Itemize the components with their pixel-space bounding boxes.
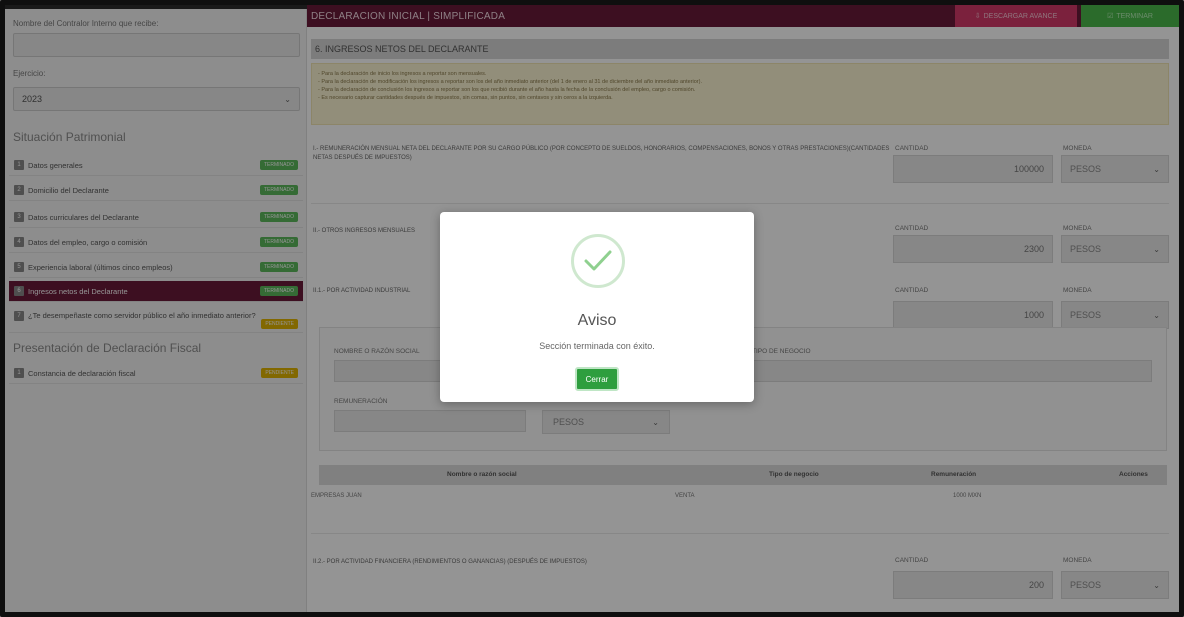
close-button[interactable]: Cerrar — [575, 367, 619, 391]
success-dialog: Aviso Sección terminada con éxito. Cerra… — [440, 212, 754, 402]
success-check-icon — [571, 234, 625, 288]
dialog-title: Aviso — [577, 312, 617, 329]
dialog-message: Sección terminada con éxito. — [539, 341, 655, 351]
